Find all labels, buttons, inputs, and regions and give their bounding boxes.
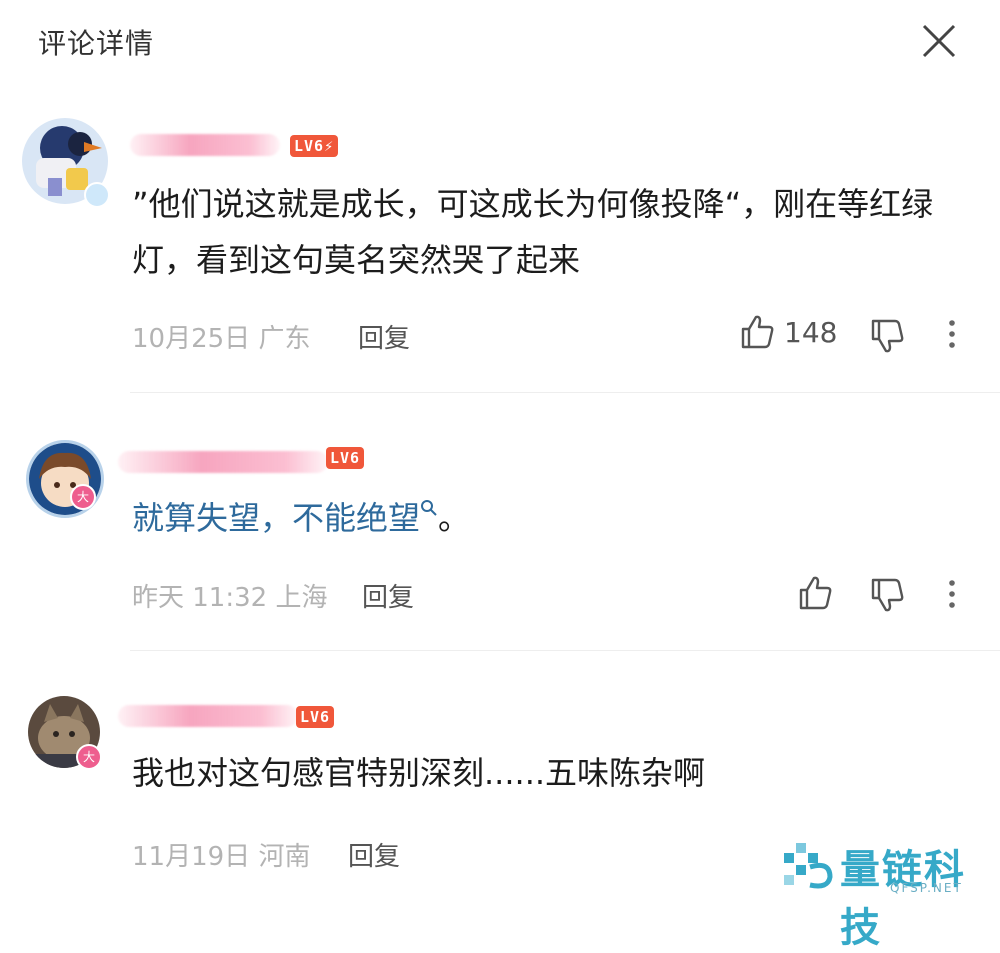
- like-count: 148: [784, 316, 838, 349]
- comment-meta: 11月19日 河南: [132, 836, 310, 873]
- vip-badge: [84, 182, 110, 208]
- page-title: 评论详情: [38, 27, 155, 60]
- reply-button[interactable]: 回复: [348, 836, 400, 873]
- like-button[interactable]: [738, 313, 776, 351]
- header: 评论详情: [0, 0, 1000, 80]
- badge-icon: 大: [70, 484, 96, 510]
- more-vertical-icon: [949, 580, 955, 608]
- lightning-icon: ⚡: [324, 137, 335, 155]
- more-vertical-icon: [949, 320, 955, 348]
- level-badge: LV6: [296, 706, 335, 728]
- comment-location: 上海: [275, 583, 328, 613]
- watermark: 量链科技 QFSP.NET: [780, 835, 995, 951]
- watermark-url: QFSP.NET: [890, 881, 963, 895]
- reply-button[interactable]: 回复: [362, 577, 414, 614]
- dislike-button[interactable]: [868, 317, 906, 355]
- thumbs-down-icon: [871, 578, 904, 612]
- comment-text: 我也对这句感官特别深刻......五味陈杂啊: [132, 754, 706, 792]
- divider: [130, 392, 1000, 393]
- comment-date: 11月19日: [132, 842, 251, 872]
- badge-icon: 大: [76, 744, 102, 770]
- dislike-button[interactable]: [868, 576, 906, 614]
- divider: [130, 650, 1000, 651]
- comment-text[interactable]: 就算失望，不能绝望。: [132, 490, 470, 546]
- thumbs-down-icon: [871, 319, 904, 353]
- avatar[interactable]: [26, 440, 104, 518]
- username[interactable]: [118, 451, 328, 473]
- search-icon: [421, 500, 437, 517]
- more-button[interactable]: [940, 318, 964, 350]
- thumbs-up-icon: [741, 315, 774, 349]
- close-button[interactable]: [918, 20, 960, 62]
- comment-location: 河南: [258, 842, 311, 872]
- username[interactable]: [130, 134, 280, 156]
- comment-meta: 昨天 11:32 上海: [132, 577, 327, 614]
- comment-text: ”他们说这就是成长，可这成长为何像投降“，刚在等红绿灯，看到这句莫名突然哭了起来: [132, 185, 934, 279]
- close-icon: [922, 24, 956, 58]
- watermark-name: 量链科技: [840, 847, 966, 951]
- level-badge: LV6⚡: [290, 135, 339, 157]
- comment-date: 昨天 11:32: [132, 583, 268, 613]
- comment-meta: 10月25日 广东: [132, 318, 310, 355]
- level-badge: LV6: [326, 447, 365, 469]
- watermark-logo-icon: [784, 843, 833, 889]
- reply-button[interactable]: 回复: [358, 318, 410, 355]
- username[interactable]: [118, 705, 298, 727]
- thumbs-up-icon: [799, 576, 832, 610]
- comment-location: 广东: [258, 324, 311, 354]
- like-button[interactable]: [796, 574, 834, 612]
- comment-date: 10月25日: [132, 324, 251, 354]
- more-button[interactable]: [940, 578, 964, 610]
